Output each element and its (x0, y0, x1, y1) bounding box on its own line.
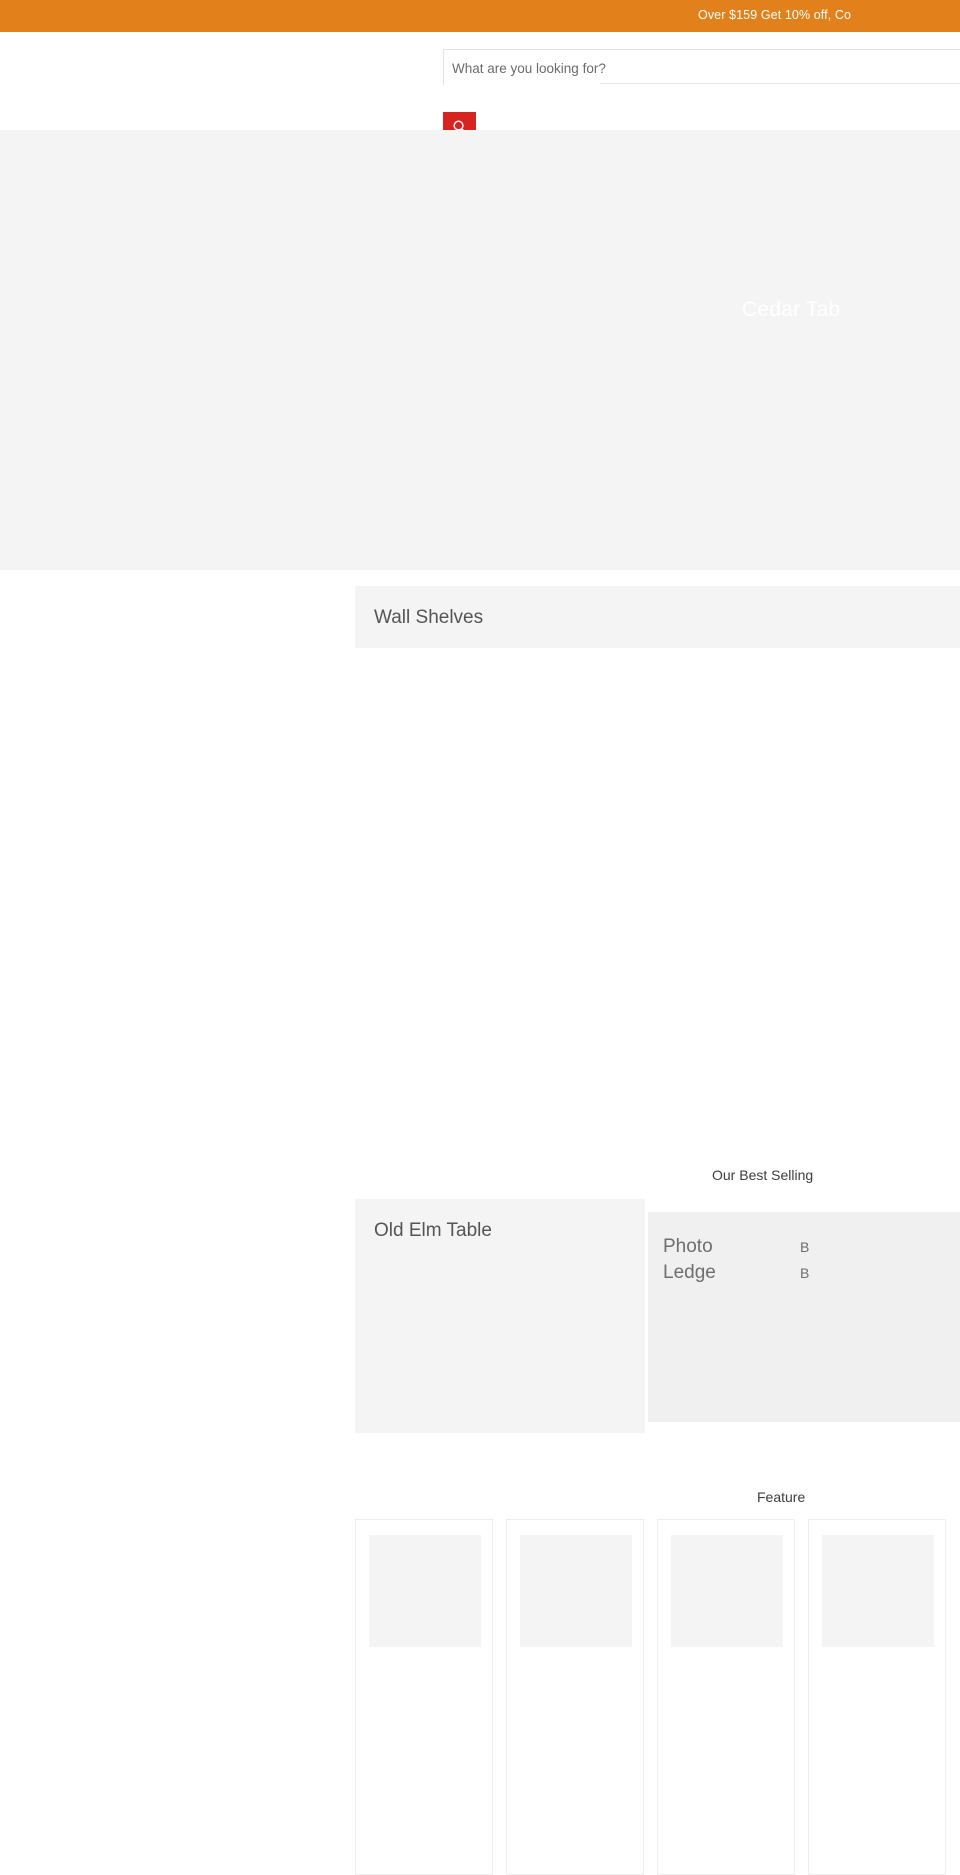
category-card-side-line2: В (800, 1265, 810, 1281)
promo-bar: Over $159 Get 10% off, Co (0, 0, 960, 32)
category-card-title: Wall Shelves (374, 607, 484, 628)
category-card-title-line1: Photo (663, 1236, 713, 1257)
best-selling-heading: Our Best Selling (712, 1167, 814, 1183)
product-image (671, 1535, 783, 1647)
main-content-area (0, 648, 960, 1175)
category-card-title: Old Elm Table (374, 1220, 492, 1241)
feature-heading: Feature (757, 1489, 806, 1505)
hero-banner[interactable]: Cedar Tab Free Shipping Free shipping fo… (0, 130, 960, 570)
search-divider (600, 83, 960, 84)
category-card-side-line1: В (800, 1239, 810, 1255)
product-card[interactable] (506, 1519, 644, 1875)
product-card[interactable] (808, 1519, 946, 1875)
category-card-title: Photo Ledge (663, 1234, 716, 1286)
product-image (822, 1535, 934, 1647)
hero-title: Cedar Tab (742, 298, 841, 321)
search-input[interactable] (452, 58, 872, 78)
site-header: Home/Garden Décor ‹ Wood Table ‹ Shelves… (0, 32, 960, 162)
product-image (369, 1535, 481, 1647)
category-card-side-text: В В (800, 1234, 809, 1286)
category-card-photo-ledge[interactable]: Photo Ledge В В (648, 1212, 960, 1422)
product-image (520, 1535, 632, 1647)
category-card-title-line2: Ledge (663, 1262, 716, 1283)
product-card[interactable] (657, 1519, 795, 1875)
category-card-old-elm-table[interactable]: Old Elm Table (355, 1199, 645, 1433)
promo-text: Over $159 Get 10% off, Co (698, 8, 852, 22)
product-card[interactable] (355, 1519, 493, 1875)
category-card-wall-shelves[interactable]: Wall Shelves (355, 586, 960, 648)
